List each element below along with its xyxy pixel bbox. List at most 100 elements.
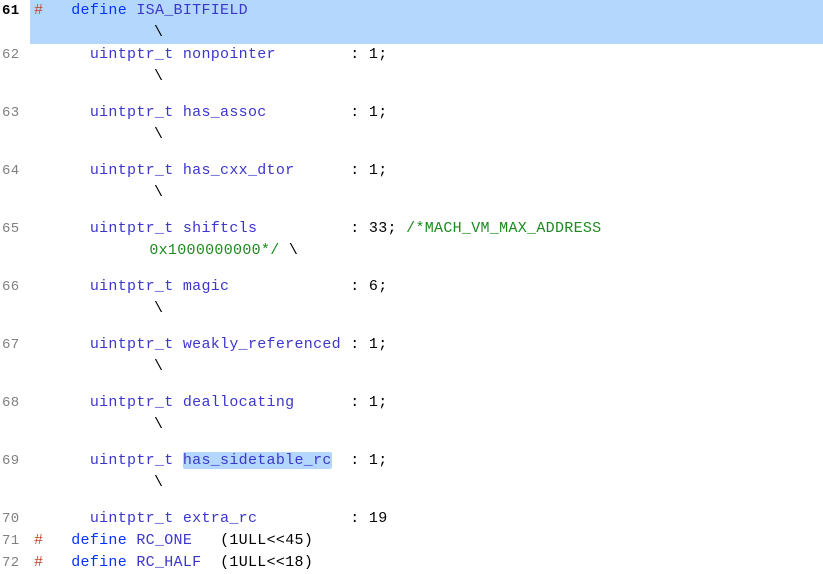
code-token[interactable]: has_assoc bbox=[183, 104, 267, 121]
code-token[interactable]: 1 bbox=[369, 104, 378, 121]
code-token[interactable] bbox=[360, 46, 369, 63]
code-token[interactable]: ; bbox=[378, 336, 387, 353]
code-token[interactable] bbox=[34, 162, 90, 179]
code-token[interactable] bbox=[229, 278, 350, 295]
code-token[interactable] bbox=[388, 162, 751, 179]
code-line-continuation[interactable]: \ bbox=[0, 298, 823, 320]
line-content-continuation[interactable]: \ bbox=[30, 22, 823, 44]
code-token[interactable]: uintptr_t bbox=[90, 452, 174, 469]
code-token[interactable]: # bbox=[34, 532, 71, 549]
code-token[interactable]: : bbox=[350, 162, 359, 179]
code-token[interactable] bbox=[267, 104, 351, 121]
code-token[interactable] bbox=[294, 394, 350, 411]
code-token[interactable]: uintptr_t bbox=[90, 278, 174, 295]
code-token[interactable]: ; bbox=[378, 394, 387, 411]
code-token[interactable]: has_sidetable_rc bbox=[183, 452, 332, 469]
code-token[interactable]: \ bbox=[154, 126, 163, 143]
code-token[interactable]: magic bbox=[183, 278, 230, 295]
code-token[interactable]: ) bbox=[304, 554, 313, 571]
code-token[interactable]: : bbox=[350, 394, 359, 411]
code-token[interactable]: 0x1000000000*/ bbox=[140, 242, 280, 259]
code-token[interactable]: : bbox=[350, 336, 359, 353]
code-line-continuation[interactable]: \ bbox=[0, 472, 823, 494]
code-token[interactable]: uintptr_t bbox=[90, 394, 174, 411]
code-token[interactable]: # bbox=[34, 2, 71, 19]
code-token[interactable]: : bbox=[350, 46, 359, 63]
code-token[interactable] bbox=[360, 104, 369, 121]
code-token[interactable] bbox=[388, 104, 751, 121]
code-token[interactable] bbox=[192, 532, 220, 549]
code-line[interactable]: 61# define ISA_BITFIELD bbox=[0, 0, 823, 22]
code-line[interactable]: 67 uintptr_t weakly_referenced : 1; bbox=[0, 334, 823, 356]
code-token[interactable]: 1 bbox=[369, 452, 378, 469]
code-token[interactable]: ; bbox=[378, 162, 387, 179]
code-token[interactable]: 19 bbox=[369, 510, 388, 527]
code-token[interactable]: has_cxx_dtor bbox=[183, 162, 295, 179]
line-content-continuation[interactable]: \ bbox=[30, 356, 823, 378]
line-content[interactable]: uintptr_t extra_rc : 19 bbox=[30, 508, 823, 530]
code-token[interactable]: weakly_referenced bbox=[183, 336, 341, 353]
code-token[interactable]: : bbox=[350, 510, 359, 527]
code-token[interactable] bbox=[276, 46, 350, 63]
code-token[interactable]: \ bbox=[154, 300, 163, 317]
code-token[interactable]: define bbox=[71, 532, 127, 549]
code-token[interactable]: uintptr_t bbox=[90, 336, 174, 353]
code-token[interactable] bbox=[388, 46, 751, 63]
line-content[interactable]: uintptr_t weakly_referenced : 1; bbox=[30, 334, 823, 356]
code-token[interactable]: ; bbox=[378, 46, 387, 63]
code-token[interactable] bbox=[332, 452, 351, 469]
code-line[interactable]: 71# define RC_ONE (1ULL<<45) bbox=[0, 530, 823, 552]
code-line-continuation[interactable]: \ bbox=[0, 124, 823, 146]
code-token[interactable]: \ bbox=[154, 68, 163, 85]
line-content[interactable]: uintptr_t has_assoc : 1; bbox=[30, 102, 823, 124]
code-token[interactable] bbox=[174, 452, 183, 469]
code-line[interactable]: 70 uintptr_t extra_rc : 19 bbox=[0, 508, 823, 530]
code-token[interactable]: ; bbox=[388, 220, 397, 237]
code-token[interactable] bbox=[360, 394, 369, 411]
line-content-continuation[interactable]: \ bbox=[30, 66, 823, 88]
code-token[interactable]: 45 bbox=[285, 532, 304, 549]
code-token[interactable] bbox=[388, 336, 751, 353]
code-token[interactable]: 1 bbox=[369, 394, 378, 411]
code-token[interactable] bbox=[174, 336, 183, 353]
line-content[interactable]: # define RC_ONE (1ULL<<45) bbox=[30, 530, 823, 552]
code-line[interactable]: 72# define RC_HALF (1ULL<<18) bbox=[0, 552, 823, 574]
code-token[interactable]: 6 bbox=[369, 278, 378, 295]
code-token[interactable] bbox=[174, 104, 183, 121]
code-token[interactable]: 1 bbox=[369, 46, 378, 63]
code-token[interactable]: \ bbox=[154, 184, 163, 201]
line-content-continuation[interactable]: \ bbox=[30, 414, 823, 436]
code-token[interactable]: ; bbox=[378, 278, 387, 295]
code-line[interactable]: 68 uintptr_t deallocating : 1; bbox=[0, 392, 823, 414]
code-token[interactable]: uintptr_t bbox=[90, 510, 174, 527]
code-token[interactable] bbox=[127, 2, 136, 19]
code-line-continuation[interactable]: \ bbox=[0, 66, 823, 88]
code-token[interactable]: << bbox=[267, 532, 286, 549]
code-token[interactable] bbox=[174, 46, 183, 63]
line-content[interactable]: uintptr_t has_sidetable_rc : 1; bbox=[30, 450, 823, 472]
code-token[interactable]: RC_HALF bbox=[136, 554, 201, 571]
code-token[interactable]: RC_ONE bbox=[136, 532, 192, 549]
code-token[interactable] bbox=[34, 510, 90, 527]
code-token[interactable]: << bbox=[267, 554, 286, 571]
code-body[interactable]: 61# define ISA_BITFIELD \62 uintptr_t no… bbox=[0, 0, 823, 574]
code-token[interactable]: ; bbox=[378, 104, 387, 121]
code-token[interactable] bbox=[280, 242, 289, 259]
line-content-wrap[interactable]: 0x1000000000*/ \ bbox=[30, 240, 823, 262]
code-line[interactable]: 62 uintptr_t nonpointer : 1; bbox=[0, 44, 823, 66]
line-content[interactable]: uintptr_t shiftcls : 33; /*MACH_VM_MAX_A… bbox=[30, 218, 823, 240]
code-token[interactable]: ; bbox=[378, 452, 387, 469]
code-token[interactable] bbox=[34, 46, 90, 63]
code-token[interactable]: /*MACH_VM_MAX_ADDRESS bbox=[406, 220, 601, 237]
code-token[interactable]: ISA_BITFIELD bbox=[136, 2, 248, 19]
code-token[interactable] bbox=[360, 278, 369, 295]
line-content[interactable]: # define RC_HALF (1ULL<<18) bbox=[30, 552, 823, 574]
code-token[interactable] bbox=[360, 162, 369, 179]
code-token[interactable]: : bbox=[350, 278, 359, 295]
code-token[interactable]: \ bbox=[154, 416, 163, 433]
code-token[interactable] bbox=[174, 220, 183, 237]
code-token[interactable] bbox=[388, 278, 751, 295]
code-token[interactable]: \ bbox=[154, 24, 163, 41]
code-line-continuation[interactable]: \ bbox=[0, 414, 823, 436]
code-token[interactable] bbox=[360, 452, 369, 469]
